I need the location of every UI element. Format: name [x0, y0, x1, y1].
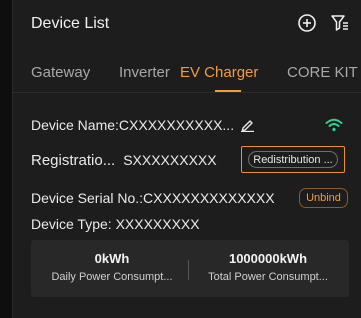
device-name-value: CXXXXXXXXXX...: [118, 117, 235, 133]
device-name-row: Device Name:CXXXXXXXXXX...: [31, 117, 255, 133]
device-type-value: XXXXXXXXX: [115, 216, 200, 232]
registration-row: Registratio... SXXXXXXXXX: [31, 152, 217, 169]
unbind-button[interactable]: Unbind: [299, 188, 348, 208]
total-consumption-value: 1000000kWh: [228, 251, 308, 266]
tab-core-kit[interactable]: CORE KIT: [287, 64, 358, 81]
tab-inverter[interactable]: Inverter: [119, 64, 170, 81]
total-consumption-label: Total Power Consumpt...: [208, 271, 328, 283]
serial-label: Device Serial No.:: [31, 190, 144, 206]
edit-pencil-icon[interactable]: [240, 117, 255, 132]
filter-icon[interactable]: [329, 12, 351, 34]
redistribution-button[interactable]: Redistribution ...: [248, 151, 338, 168]
registration-value: SXXXXXXXXX: [123, 152, 217, 168]
registration-label: Registratio...: [31, 152, 116, 169]
page-title: Device List: [31, 15, 110, 32]
device-name-label: Device Name:: [31, 117, 119, 133]
header: Device List: [13, 0, 361, 50]
device-list-panel: Device List Gateway Inverter EV Charger …: [12, 0, 361, 318]
redistribution-button-highlight: Redistribution ...: [241, 146, 345, 173]
total-consumption-stat: 1000000kWh Total Power Consumpt...: [193, 240, 343, 283]
device-type-tabs: Gateway Inverter EV Charger CORE KIT: [13, 58, 361, 93]
wifi-signal-icon: [325, 118, 343, 132]
device-type-label: Device Type:: [31, 216, 112, 232]
plus-circle-icon[interactable]: [296, 12, 318, 34]
serial-value: CXXXXXXXXXXXXX: [143, 190, 275, 206]
stat-divider: [188, 260, 189, 280]
power-consumption-card: 0kWh Daily Power Consumpt... 1000000kWh …: [31, 240, 349, 297]
daily-consumption-label: Daily Power Consumpt...: [51, 271, 173, 283]
active-tab-indicator: [215, 90, 241, 92]
tab-ev-charger[interactable]: EV Charger: [180, 64, 258, 81]
device-type-row: Device Type: XXXXXXXXX: [31, 216, 200, 232]
serial-row: Device Serial No.:CXXXXXXXXXXXXX: [31, 190, 275, 206]
daily-consumption-stat: 0kWh Daily Power Consumpt...: [37, 240, 187, 283]
tab-gateway[interactable]: Gateway: [31, 64, 90, 81]
daily-consumption-value: 0kWh: [94, 251, 130, 266]
